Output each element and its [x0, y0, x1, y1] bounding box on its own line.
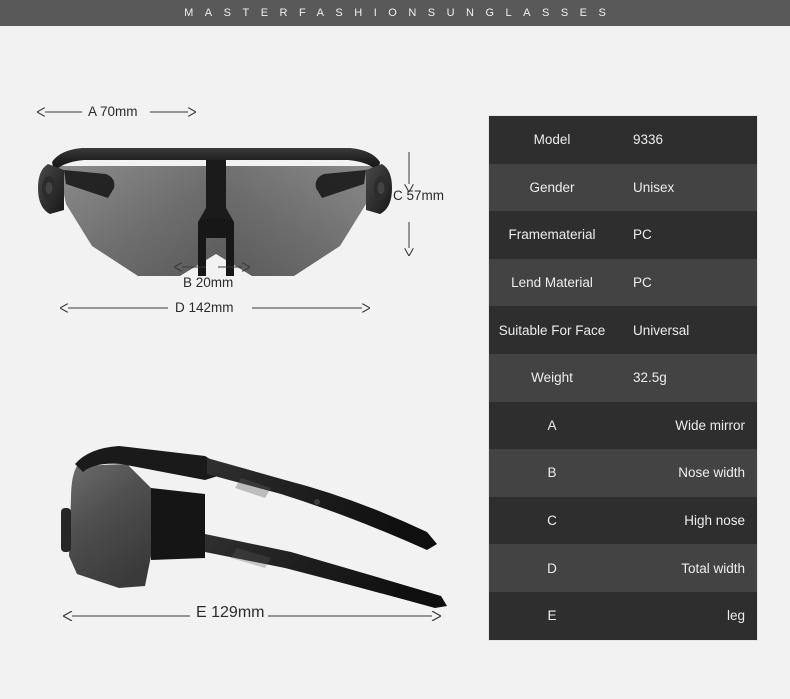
table-row: Suitable For FaceUniversal	[489, 306, 757, 354]
left-hinge-screw	[46, 182, 53, 194]
spec-value: 32.5g	[615, 354, 757, 402]
table-row: Model9336	[489, 116, 757, 164]
upper-arm-screw	[314, 499, 320, 505]
spec-value: 9336	[615, 116, 757, 164]
sunglasses-side-view	[55, 436, 455, 611]
spec-value: leg	[615, 592, 757, 640]
table-row: Eleg	[489, 592, 757, 640]
table-row: AWide mirror	[489, 402, 757, 450]
side-lens-edge	[61, 508, 71, 552]
side-lens	[69, 464, 151, 588]
spec-value: Wide mirror	[615, 402, 757, 450]
spec-value: Unisex	[615, 164, 757, 212]
table-row: BNose width	[489, 449, 757, 497]
specification-table-body: Model9336GenderUnisexFramematerialPCLend…	[489, 116, 757, 640]
brand-banner-text: MASTERFASHIONSUNGLASSES	[173, 7, 618, 19]
side-frame-front	[151, 488, 205, 560]
spec-value: PC	[615, 259, 757, 307]
spec-key: B	[489, 449, 615, 497]
spec-key: A	[489, 402, 615, 450]
spec-value: High nose	[615, 497, 757, 545]
dimension-label-d: D 142mm	[175, 300, 234, 315]
dimension-label-b: B 20mm	[183, 275, 233, 290]
spec-key: Framematerial	[489, 211, 615, 259]
spec-key: Lend Material	[489, 259, 615, 307]
spec-value: Total width	[615, 544, 757, 592]
spec-key: Weight	[489, 354, 615, 402]
table-row: DTotal width	[489, 544, 757, 592]
dimension-label-a: A 70mm	[88, 104, 138, 119]
product-illustration-area: A 70mm B 20mm C 57mm D 142mm E 129mm	[0, 26, 480, 699]
side-lower-temple-arm	[205, 534, 447, 608]
sunglasses-front-view	[30, 126, 400, 286]
dimension-label-e: E 129mm	[196, 604, 264, 622]
table-row: Weight32.5g	[489, 354, 757, 402]
spec-key: Model	[489, 116, 615, 164]
spec-key: C	[489, 497, 615, 545]
spec-key: Gender	[489, 164, 615, 212]
table-row: FramematerialPC	[489, 211, 757, 259]
brand-banner: MASTERFASHIONSUNGLASSES	[0, 0, 790, 26]
spec-value: PC	[615, 211, 757, 259]
spec-value: Nose width	[615, 449, 757, 497]
dimension-label-c: C 57mm	[393, 188, 444, 203]
right-hinge-screw	[378, 182, 385, 194]
table-row: CHigh nose	[489, 497, 757, 545]
table-row: GenderUnisex	[489, 164, 757, 212]
side-upper-temple-arm	[207, 458, 437, 550]
specification-table: Model9336GenderUnisexFramematerialPCLend…	[489, 116, 757, 640]
spec-value: Universal	[615, 306, 757, 354]
spec-key: Suitable For Face	[489, 306, 615, 354]
spec-key: E	[489, 592, 615, 640]
table-row: Lend MaterialPC	[489, 259, 757, 307]
spec-key: D	[489, 544, 615, 592]
